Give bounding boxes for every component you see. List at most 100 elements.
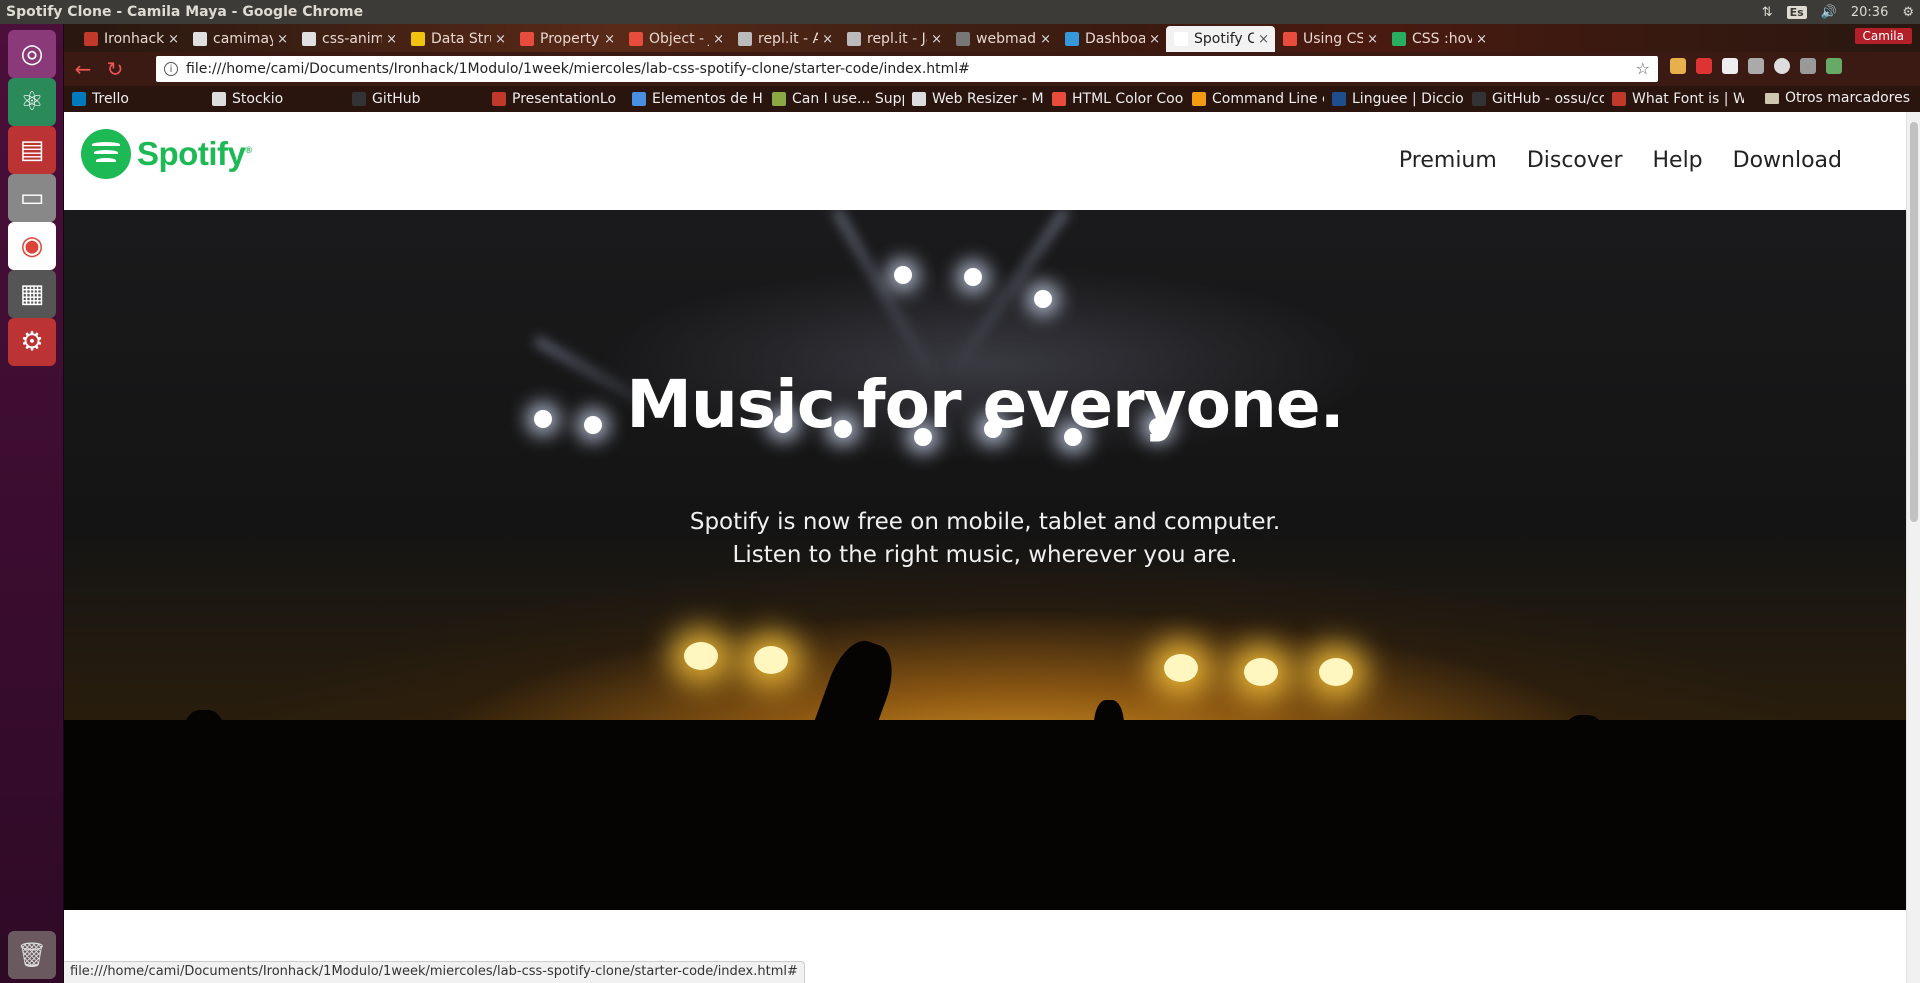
bookmark-favicon-icon [212, 92, 226, 106]
bookmark-item[interactable]: PresentationLo [492, 91, 624, 107]
address-bar[interactable]: i file:///home/cami/Documents/Ironhack/1… [156, 56, 1658, 82]
browser-tab[interactable]: Data Struc × [403, 26, 512, 52]
bookmark-label: GitHub - ossu/co [1492, 91, 1604, 107]
bookmark-item[interactable]: Elementos de H [632, 91, 764, 107]
bookmark-favicon-icon [72, 92, 86, 106]
close-icon[interactable]: × [1258, 32, 1269, 47]
close-icon[interactable]: × [1367, 32, 1378, 47]
browser-tab[interactable]: Object - J × [621, 26, 730, 52]
screen-recorder-icon[interactable]: ▤ [8, 126, 56, 174]
bookmark-favicon-icon [1052, 92, 1066, 106]
stage-spotlight [684, 642, 718, 670]
browser-tab[interactable]: Dashboar× [1057, 26, 1166, 52]
close-icon[interactable]: × [1476, 32, 1487, 47]
bookmark-favicon-icon [352, 92, 366, 106]
close-icon[interactable]: × [822, 32, 833, 47]
bookmark-favicon-icon [912, 92, 926, 106]
calculator-icon[interactable]: ▦ [8, 270, 56, 318]
tab-label: camimaya [213, 31, 273, 47]
volume-icon[interactable]: 🔊 [1821, 5, 1837, 20]
file-manager-icon[interactable]: ▭ [8, 174, 56, 222]
scrollbar-thumb[interactable] [1910, 122, 1918, 522]
star-icon[interactable]: ☆ [1636, 59, 1650, 78]
bookmark-item[interactable]: Can I use... Supp [772, 91, 904, 107]
tab-label: webmad [976, 31, 1037, 47]
favicon-icon [847, 32, 861, 46]
page-scrollbar[interactable] [1906, 112, 1920, 983]
stage-light [964, 268, 982, 286]
trash-icon[interactable]: 🗑 [8, 931, 56, 979]
clock[interactable]: 20:36 [1851, 5, 1888, 20]
close-icon[interactable]: × [495, 32, 506, 47]
browser-tab[interactable]: repl.it - Ja × [839, 26, 948, 52]
nav-help[interactable]: Help [1652, 148, 1702, 173]
favicon-icon [1283, 32, 1297, 46]
system-tray: ⇅ Es 🔊 20:36 ⚙ [1762, 0, 1914, 24]
bookmark-label: Command Line c [1212, 91, 1324, 107]
browser-tab[interactable]: css-anima× [294, 26, 403, 52]
close-icon[interactable]: × [1040, 32, 1051, 47]
ubuntu-dash-icon[interactable]: ◎ [8, 30, 56, 78]
close-icon[interactable]: × [277, 32, 288, 47]
tab-label: repl.it - Ar [758, 31, 819, 47]
back-arrow-icon[interactable]: ← [70, 56, 96, 82]
bookmark-item[interactable]: GitHub - ossu/co [1472, 91, 1604, 107]
stage-spotlight [1244, 658, 1278, 686]
atom-editor-icon[interactable]: ⚛ [8, 78, 56, 126]
close-icon[interactable]: × [1149, 32, 1160, 47]
network-icon[interactable]: ⇅ [1762, 5, 1773, 20]
browser-tab[interactable]: repl.it - Ar× [730, 26, 839, 52]
browser-tab[interactable]: webmad × [948, 26, 1057, 52]
extension-icon[interactable] [1696, 58, 1712, 74]
extension-icon[interactable] [1826, 58, 1842, 74]
nav-download[interactable]: Download [1733, 148, 1842, 173]
close-icon[interactable]: × [931, 32, 942, 47]
profile-button[interactable]: Camila [1854, 28, 1912, 44]
browser-tab[interactable]: Property × [512, 26, 621, 52]
browser-tab[interactable]: camimaya × [185, 26, 294, 52]
main-nav: Premium Discover Help Download [1399, 148, 1842, 173]
unity-launcher: ◎ ⚛ ▤ ▭ ◉ ▦ ⚙ 🗑 [0, 24, 64, 983]
browser-tab[interactable]: Spotify Cl× [1166, 26, 1275, 52]
bookmark-item[interactable]: GitHub [352, 91, 484, 107]
nav-discover[interactable]: Discover [1527, 148, 1623, 173]
bookmark-item[interactable]: Command Line c [1192, 91, 1324, 107]
extension-icon[interactable] [1800, 58, 1816, 74]
close-icon[interactable]: × [713, 32, 724, 47]
close-icon[interactable]: × [604, 32, 615, 47]
bookmark-item[interactable]: Stockio [212, 91, 344, 107]
tab-label: Data Struc [431, 31, 491, 47]
bookmark-item[interactable]: HTML Color Coo [1052, 91, 1184, 107]
reload-icon[interactable]: ↻ [102, 56, 128, 82]
other-bookmarks-label: Otros marcadores [1784, 90, 1910, 106]
keyboard-layout-indicator[interactable]: Es [1786, 5, 1807, 19]
browser-tab[interactable]: Using CSS× [1275, 26, 1384, 52]
bookmark-favicon-icon [1612, 92, 1626, 106]
favicon-icon [411, 32, 425, 46]
bookmark-item[interactable]: What Font is | W [1612, 91, 1744, 107]
bookmark-item[interactable]: Linguee | Diccio [1332, 91, 1464, 107]
other-bookmarks[interactable]: Otros marcadores [1764, 90, 1910, 106]
close-icon[interactable]: × [168, 32, 179, 47]
tab-label: repl.it - Ja [867, 31, 927, 47]
browser-toolbar: ← ↻ i file:///home/cami/Documents/Ironha… [64, 52, 1920, 86]
site-header: Spotify® Premium Discover Help Download [64, 112, 1906, 210]
hero-subtitle-line: Listen to the right music, wherever you … [732, 542, 1238, 568]
extension-icon[interactable] [1670, 58, 1686, 74]
bookmark-label: Can I use... Supp [792, 91, 904, 107]
browser-tab[interactable]: CSS :hover× [1384, 26, 1493, 52]
close-icon[interactable]: × [386, 32, 397, 47]
system-settings-icon[interactable]: ⚙ [8, 318, 56, 366]
chrome-icon[interactable]: ◉ [8, 222, 56, 270]
browser-tab[interactable]: Ironhack S× [76, 26, 185, 52]
bookmark-item[interactable]: Trello [72, 91, 204, 107]
info-icon[interactable]: i [164, 62, 178, 76]
spotify-logo[interactable]: Spotify® [81, 129, 252, 179]
tab-label: Using CSS [1303, 31, 1364, 47]
extension-icon[interactable] [1774, 58, 1790, 74]
extension-icon[interactable] [1748, 58, 1764, 74]
gear-icon[interactable]: ⚙ [1902, 5, 1914, 20]
bookmark-item[interactable]: Web Resizer - M [912, 91, 1044, 107]
extension-icon[interactable] [1722, 58, 1738, 74]
nav-premium[interactable]: Premium [1399, 148, 1497, 173]
